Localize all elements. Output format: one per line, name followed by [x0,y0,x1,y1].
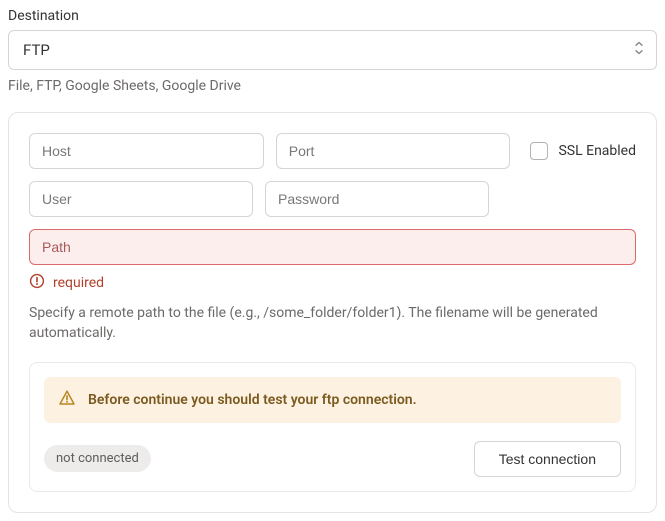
warning-text: Before continue you should test your ftp… [88,392,417,408]
row-host-port-ssl: SSL Enabled [29,133,636,169]
row-user-pass [29,181,489,217]
password-input[interactable] [265,181,489,217]
destination-select[interactable]: FTP [8,30,657,70]
connection-footer-row: not connected Test connection [44,441,621,477]
user-input[interactable] [29,181,253,217]
error-icon [29,273,45,293]
destination-label: Destination [8,8,657,24]
warning-banner: Before continue you should test your ftp… [44,377,621,423]
test-connection-button[interactable]: Test connection [474,441,621,477]
path-input[interactable] [29,229,636,265]
path-error-row: required [29,273,636,293]
port-input[interactable] [276,133,511,169]
connection-test-panel: Before continue you should test your ftp… [29,362,636,492]
host-input[interactable] [29,133,264,169]
destination-hint: File, FTP, Google Sheets, Google Drive [8,78,657,94]
path-required-text: required [53,275,104,291]
ftp-config-panel: SSL Enabled required Specify a remote pa… [8,112,657,513]
connection-status-pill: not connected [44,445,151,472]
ssl-enabled-wrap: SSL Enabled [522,142,636,160]
ssl-enabled-label: SSL Enabled [558,143,636,159]
destination-select-value: FTP [23,41,50,59]
ssl-enabled-checkbox[interactable] [530,142,548,160]
destination-select-wrap: FTP [8,30,657,70]
warning-icon [58,389,76,411]
path-description: Specify a remote path to the file (e.g.,… [29,303,636,344]
